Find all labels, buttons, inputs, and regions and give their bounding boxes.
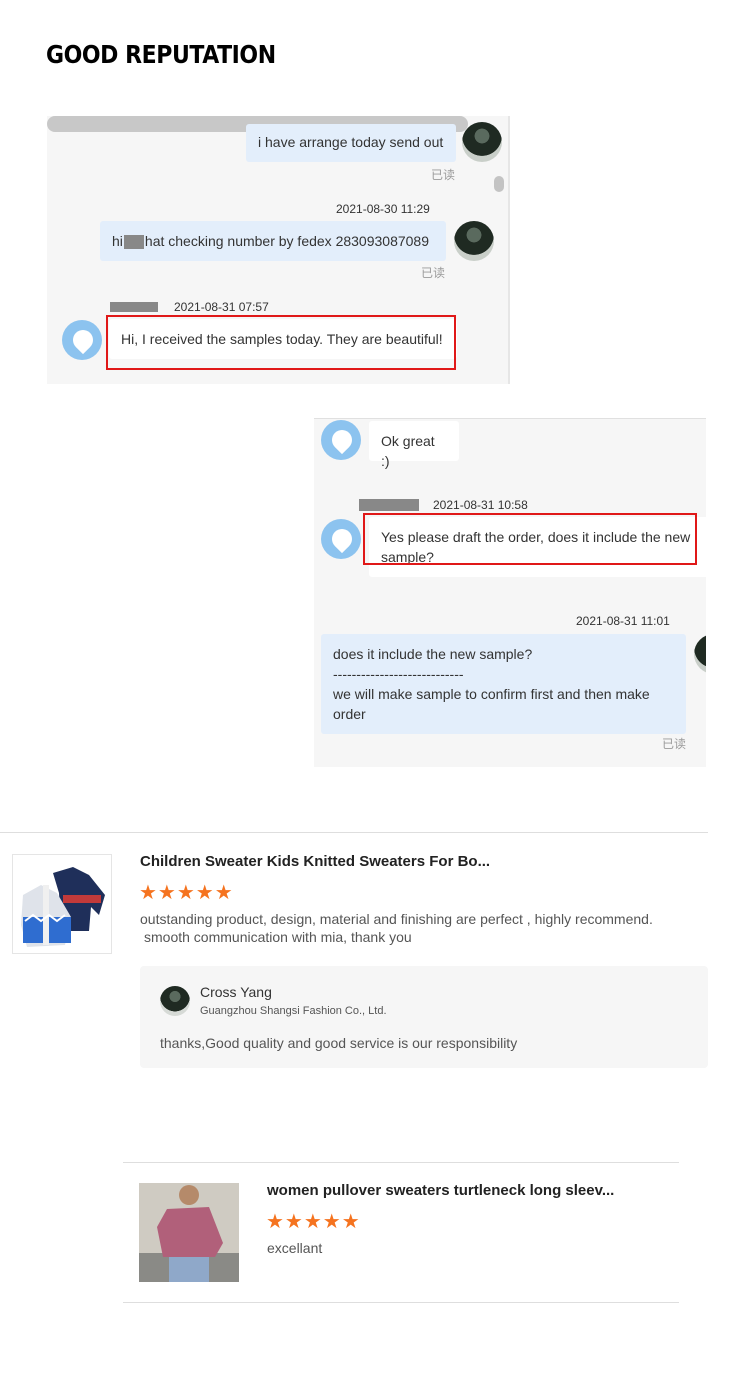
review-text: outstanding product, design, material an…	[140, 910, 700, 946]
page-title: GOOD REPUTATION	[46, 40, 276, 69]
divider	[123, 1302, 679, 1303]
chat-message-outgoing: hi hat checking number by fedex 283093087…	[100, 221, 446, 261]
review-text: excellant	[267, 1240, 323, 1256]
reply-name: Cross Yang	[200, 984, 272, 1000]
message-timestamp: 2021-08-31 07:57	[174, 300, 269, 314]
message-timestamp: 2021-08-30 11:29	[336, 202, 430, 216]
message-line: ----------------------------	[333, 666, 464, 682]
read-receipt: 已读	[421, 266, 446, 280]
chat-message-outgoing: does it include the new sample? --------…	[321, 634, 686, 734]
message-line: does it include the new sample?	[333, 646, 533, 662]
sweater-image-icon	[139, 1183, 239, 1282]
product-title[interactable]: Children Sweater Kids Knitted Sweaters F…	[140, 853, 490, 870]
chat-panel-1: i have arrange today send out 已读 2021-08…	[47, 116, 510, 384]
divider	[123, 1162, 679, 1163]
product-thumbnail[interactable]	[12, 854, 112, 954]
chat-message-outgoing: i have arrange today send out	[246, 124, 456, 162]
seller-avatar	[462, 122, 502, 162]
highlight-box	[363, 513, 697, 565]
highlight-box	[106, 315, 456, 370]
reply-company: Guangzhou Shangsi Fashion Co., Ltd.	[200, 1005, 387, 1017]
redacted-name	[110, 302, 158, 312]
message-text: hi	[112, 233, 123, 249]
divider	[0, 832, 708, 833]
message-text: hat checking number by fedex 28309308708…	[144, 233, 430, 249]
message-timestamp: 2021-08-31 10:58	[433, 498, 528, 512]
sweater-image-icon	[21, 867, 105, 947]
review-line: smooth communication with mia, thank you	[144, 929, 412, 945]
product-thumbnail[interactable]	[139, 1183, 239, 1282]
customer-avatar	[321, 519, 361, 559]
customer-avatar	[321, 420, 361, 460]
vertical-scrollbar[interactable]	[494, 176, 504, 192]
read-receipt: 已读	[662, 737, 687, 751]
reply-text: thanks,Good quality and good service is …	[160, 1035, 518, 1051]
star-rating: ★★★★★	[266, 1211, 361, 1233]
message-line: we will make sample to confirm first and…	[333, 686, 650, 722]
message-timestamp: 2021-08-31 11:01	[576, 614, 670, 628]
seller-avatar	[694, 634, 706, 674]
read-receipt: 已读	[431, 168, 456, 182]
chat-message-incoming: Ok great :)	[369, 421, 459, 469]
redacted-block	[123, 235, 144, 250]
product-title[interactable]: women pullover sweaters turtleneck long …	[267, 1182, 614, 1199]
seller-reply: Cross Yang Guangzhou Shangsi Fashion Co.…	[140, 966, 708, 1068]
redacted-name	[359, 499, 419, 511]
chat-panel-2: Ok great :) 2021-08-31 10:58 Yes please …	[314, 418, 706, 767]
seller-avatar	[160, 986, 190, 1016]
customer-avatar	[62, 320, 102, 360]
star-rating: ★★★★★	[139, 882, 234, 904]
review-line: outstanding product, design, material an…	[140, 911, 653, 927]
seller-avatar	[454, 221, 494, 261]
